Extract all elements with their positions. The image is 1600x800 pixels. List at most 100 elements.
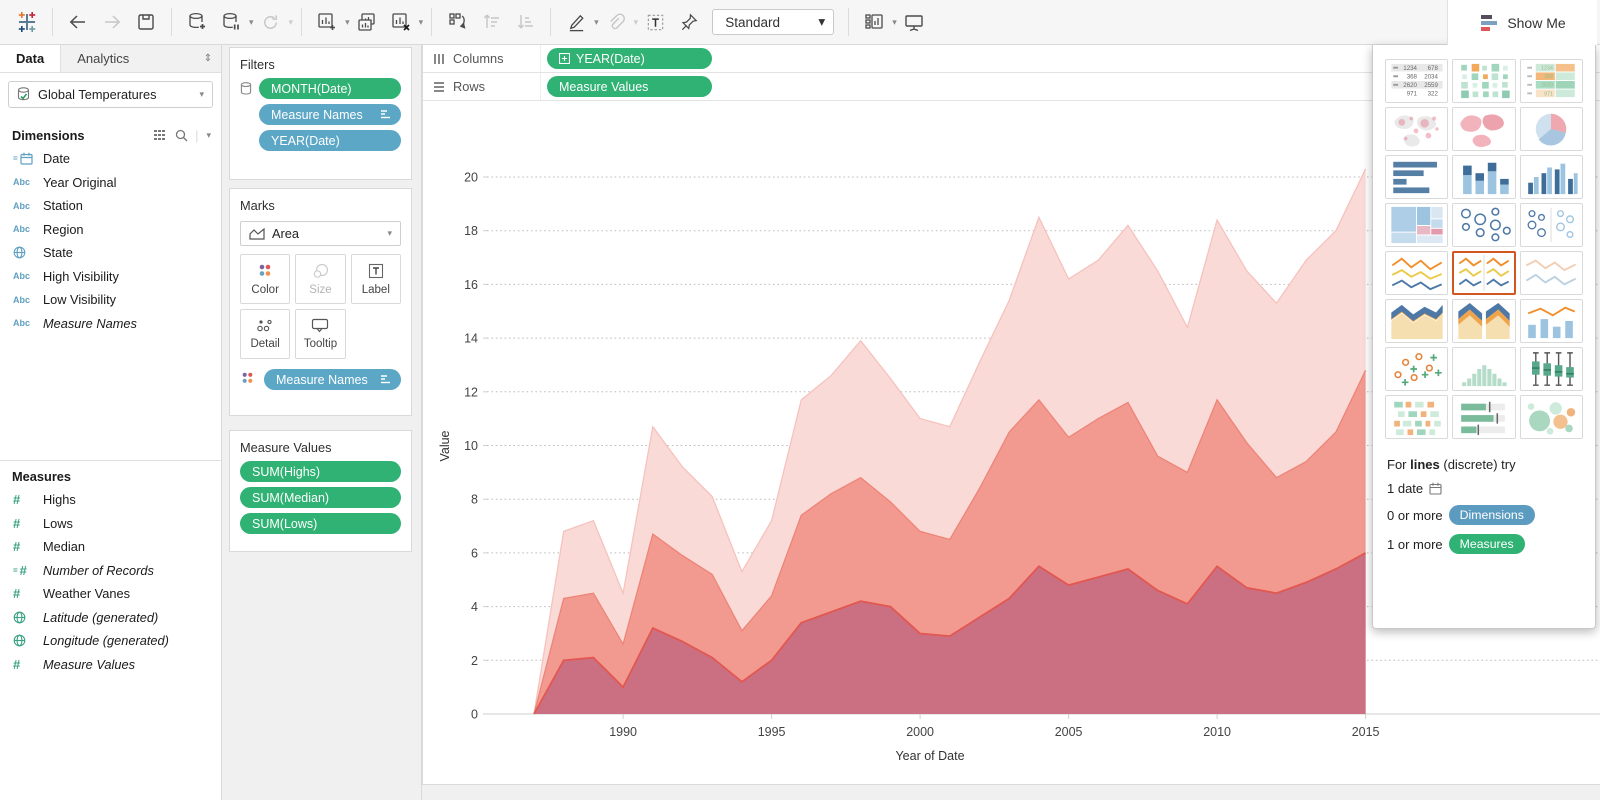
show-me-gantt[interactable] — [1385, 395, 1448, 439]
abc-icon: Abc — [13, 224, 43, 234]
svg-text:18: 18 — [464, 224, 478, 238]
measure-field[interactable]: # Median — [0, 535, 221, 559]
dimension-field[interactable]: Abc Region — [0, 218, 221, 242]
mark-type-value: Area — [272, 226, 379, 241]
svg-text:322: 322 — [1427, 91, 1438, 98]
show-me-area-discrete[interactable] — [1452, 299, 1515, 343]
swap-rows-columns-button[interactable] — [440, 6, 474, 38]
mark-type-dropdown[interactable]: Area ▾ — [240, 221, 401, 246]
dimension-field[interactable]: Abc Station — [0, 194, 221, 218]
fix-axes-button[interactable] — [672, 6, 706, 38]
dimension-field[interactable]: Abc Year Original — [0, 171, 221, 195]
dimension-field[interactable]: State — [0, 241, 221, 265]
new-worksheet-button[interactable] — [310, 6, 344, 38]
undo-button[interactable] — [61, 6, 95, 38]
detail-button[interactable]: Detail — [240, 309, 290, 359]
marks-measure-names-pill[interactable]: Measure Names — [264, 369, 401, 390]
pause-auto-updates-caret[interactable]: ▾ — [249, 17, 254, 28]
show-me-area-continuous[interactable] — [1385, 299, 1448, 343]
rows-icon — [433, 81, 445, 93]
svg-text:Year of Date: Year of Date — [895, 749, 964, 763]
clear-sheet-button[interactable] — [384, 6, 418, 38]
show-me-bullet-graph[interactable] — [1452, 395, 1515, 439]
view-data-icon[interactable] — [154, 130, 168, 142]
measure-field[interactable]: =# Number of Records — [0, 559, 221, 583]
duplicate-sheet-button[interactable] — [350, 6, 384, 38]
highlight-caret[interactable]: ▾ — [594, 17, 599, 28]
presentation-mode-button[interactable] — [897, 6, 931, 38]
measure-field[interactable]: Longitude (generated) — [0, 629, 221, 653]
show-me-side-by-side-circle[interactable] — [1520, 203, 1583, 247]
run-auto-updates-button[interactable] — [254, 6, 288, 38]
show-me-scatter[interactable] — [1385, 347, 1448, 391]
show-me-symbol-map[interactable] — [1385, 107, 1448, 151]
search-icon[interactable] — [175, 129, 188, 142]
show-me-stacked-bar[interactable] — [1452, 155, 1515, 199]
show-me-treemap[interactable] — [1385, 203, 1448, 247]
measure-field[interactable]: # Lows — [0, 512, 221, 536]
dimension-field[interactable]: = Date — [0, 147, 221, 171]
tab-analytics[interactable]: Analytics — [61, 45, 195, 72]
dimension-field[interactable]: Abc Low Visibility — [0, 288, 221, 312]
columns-icon — [433, 53, 445, 65]
show-me-histogram[interactable] — [1452, 347, 1515, 391]
measure-value-pill[interactable]: SUM(Median) — [240, 487, 401, 508]
datasource-caret[interactable]: ▾ — [199, 89, 204, 100]
svg-text:10: 10 — [464, 439, 478, 453]
rows-measure-values-pill[interactable]: Measure Values — [547, 76, 712, 97]
marks-card: Marks Area ▾ Color Size Label Detail — [229, 188, 412, 416]
tooltip-button[interactable]: Tooltip — [295, 309, 345, 359]
show-me-footer: For lines (discrete) try 1 date 0 or mor… — [1373, 447, 1595, 573]
show-me-dual-combination[interactable] — [1520, 299, 1583, 343]
new-worksheet-caret[interactable]: ▾ — [345, 17, 350, 28]
show-hide-cards-button[interactable] — [857, 6, 891, 38]
save-button[interactable] — [129, 6, 163, 38]
measure-value-pill[interactable]: SUM(Highs) — [240, 461, 401, 482]
expand-date-icon[interactable] — [559, 53, 570, 64]
columns-year-pill[interactable]: YEAR(Date) — [547, 48, 712, 69]
show-me-line-continuous[interactable] — [1385, 251, 1448, 295]
show-me-packed-bubbles[interactable] — [1520, 395, 1583, 439]
show-me-circle-view[interactable] — [1452, 203, 1515, 247]
datasource-selector[interactable]: Global Temperatures ▾ — [8, 81, 213, 108]
measure-values-title: Measure Values — [230, 431, 411, 461]
filter-pill[interactable]: YEAR(Date) — [259, 130, 401, 151]
measure-field[interactable]: # Measure Values — [0, 653, 221, 677]
show-mark-labels-button[interactable] — [638, 6, 672, 38]
measure-value-pill[interactable]: SUM(Lows) — [240, 513, 401, 534]
show-me-dual-line[interactable] — [1520, 251, 1583, 295]
highlight-button[interactable] — [559, 6, 593, 38]
svg-text:0: 0 — [471, 708, 478, 722]
show-me-filled-map[interactable] — [1452, 107, 1515, 151]
show-me-pie-chart[interactable] — [1520, 107, 1583, 151]
show-me-line-discrete[interactable] — [1452, 251, 1515, 295]
show-me-side-by-side-bar[interactable] — [1520, 155, 1583, 199]
color-button[interactable]: Color — [240, 254, 290, 304]
measure-field[interactable]: # Highs — [0, 488, 221, 512]
redo-button[interactable] — [95, 6, 129, 38]
dimensions-header: Dimensions — [12, 128, 154, 143]
pause-auto-updates-button[interactable] — [214, 6, 248, 38]
dimensions-menu-caret[interactable]: ▾ — [206, 130, 211, 141]
fit-selector[interactable]: Standard ▾ — [712, 9, 834, 35]
show-me-box-and-whisker[interactable] — [1520, 347, 1583, 391]
measure-field[interactable]: # Weather Vanes — [0, 582, 221, 606]
clear-sheet-caret[interactable]: ▾ — [419, 17, 424, 28]
show-me-horizontal-bar[interactable] — [1385, 155, 1448, 199]
svg-text:4: 4 — [471, 600, 478, 614]
hash-icon: # — [13, 540, 43, 553]
show-me-button[interactable]: Show Me — [1447, 0, 1597, 45]
header-divider: | — [195, 128, 198, 143]
filter-pill[interactable]: MONTH(Date) — [259, 78, 401, 99]
show-me-text-table[interactable]: 1234678368203426202559971322 — [1385, 59, 1448, 103]
measure-field[interactable]: Latitude (generated) — [0, 606, 221, 630]
dimension-field[interactable]: Abc High Visibility — [0, 265, 221, 289]
label-button[interactable]: Label — [351, 254, 401, 304]
new-data-source-button[interactable] — [180, 6, 214, 38]
pane-collapse-icon[interactable]: ⇕ — [195, 45, 221, 72]
tab-data[interactable]: Data — [0, 45, 61, 72]
show-me-heatmap[interactable] — [1452, 59, 1515, 103]
show-me-highlight-table[interactable]: 12343682620971 — [1520, 59, 1583, 103]
filter-pill[interactable]: Measure Names — [259, 104, 401, 125]
dimension-field[interactable]: Abc Measure Names — [0, 312, 221, 336]
